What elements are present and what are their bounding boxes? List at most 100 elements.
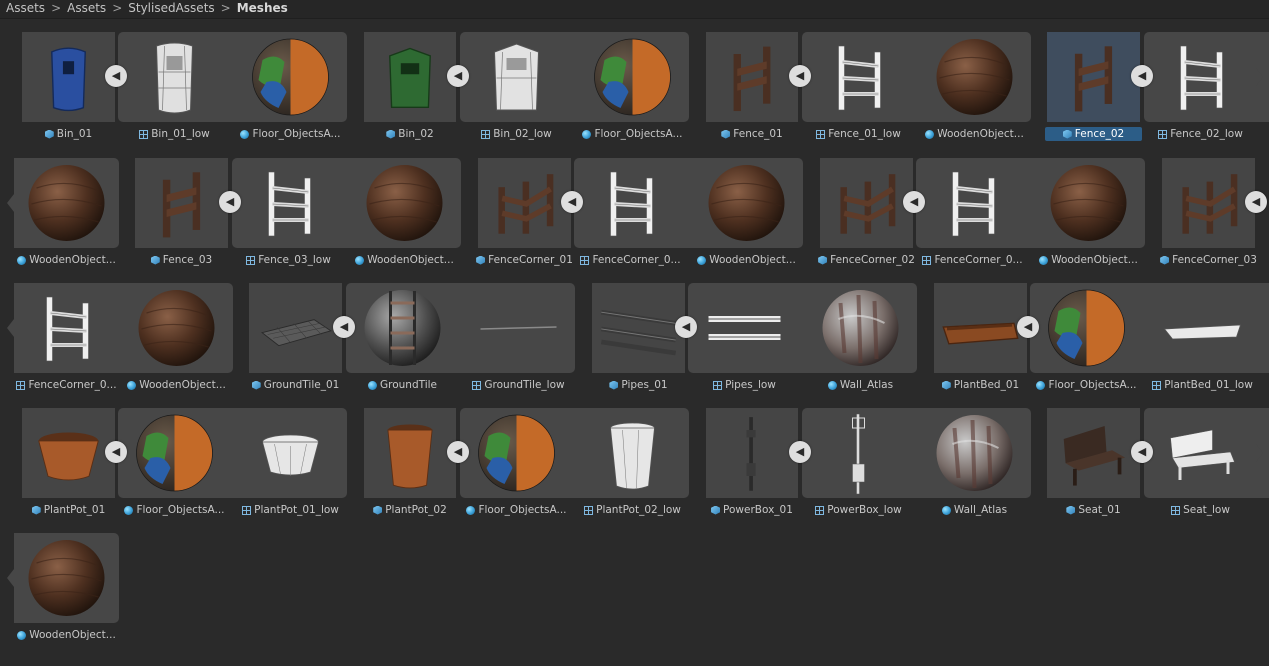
asset-label[interactable]: Floor_ObjectsA... (1028, 378, 1145, 392)
collapse-arrow-icon[interactable]: ◀ (789, 441, 811, 463)
collapse-arrow-icon[interactable]: ◀ (1131, 441, 1153, 463)
asset-label[interactable]: Wall_Atlas (802, 378, 919, 392)
collapse-arrow-icon[interactable]: ◀ (903, 191, 925, 213)
asset-label[interactable]: FenceCorner_0... (12, 378, 121, 392)
asset-tile-wall-atlas[interactable] (918, 408, 1031, 498)
collapse-arrow-icon[interactable]: ◀ (447, 441, 469, 463)
asset-label[interactable]: PlantPot_01 (20, 503, 117, 517)
asset-label[interactable]: FenceCorner_03 (1160, 253, 1257, 267)
collapse-arrow-icon[interactable]: ◀ (561, 191, 583, 213)
asset-tile-woodenobject[interactable] (14, 533, 119, 623)
asset-label[interactable]: Fence_03_low (230, 253, 347, 267)
asset-label[interactable]: Seat_low (1142, 503, 1259, 517)
asset-tile-pipes-01[interactable] (592, 283, 685, 373)
asset-tile-woodenobject[interactable] (348, 158, 461, 248)
asset-tile-fence-03-low[interactable] (232, 158, 345, 248)
asset-label[interactable]: PowerBox_low (800, 503, 917, 517)
asset-tile-bin-01[interactable] (22, 32, 115, 122)
asset-label[interactable]: WoodenObject... (916, 127, 1033, 141)
asset-tile-floor-objectsa[interactable] (576, 32, 689, 122)
asset-label[interactable]: FenceCorner_02 (818, 253, 915, 267)
asset-tile-bin-02[interactable] (364, 32, 456, 122)
asset-label[interactable]: WoodenObject... (12, 628, 121, 642)
asset-tile-fencecorner-0[interactable] (14, 283, 119, 373)
asset-tile-fence-01[interactable] (706, 32, 798, 122)
asset-tile-plantpot-01-low[interactable] (234, 408, 347, 498)
asset-tile-fencecorner-0[interactable] (574, 158, 687, 248)
asset-tile-woodenobject[interactable] (14, 158, 119, 248)
asset-label[interactable]: PlantPot_02_low (574, 503, 691, 517)
asset-label[interactable]: Floor_ObjectsA... (232, 127, 349, 141)
asset-tile-woodenobject[interactable] (120, 283, 233, 373)
asset-label[interactable]: Floor_ObjectsA... (574, 127, 691, 141)
asset-tile-fence-02-low[interactable] (1144, 32, 1257, 122)
asset-label[interactable]: Pipes_01 (590, 378, 687, 392)
asset-tile-fencecorner-02[interactable] (820, 158, 913, 248)
asset-label[interactable]: Bin_01 (20, 127, 117, 141)
asset-tile-fencecorner-03[interactable] (1162, 158, 1255, 248)
asset-tile-fencecorner-01[interactable] (478, 158, 571, 248)
asset-label[interactable]: PlantBed_01 (932, 378, 1029, 392)
collapse-arrow-icon[interactable]: ◀ (105, 441, 127, 463)
asset-label[interactable]: Fence_02_low (1142, 127, 1259, 141)
asset-tile-floor-objectsa[interactable] (234, 32, 347, 122)
collapse-arrow-icon[interactable]: ◀ (1017, 316, 1039, 338)
asset-tile-plantbed-01[interactable] (934, 283, 1027, 373)
asset-label[interactable]: WoodenObject... (118, 378, 235, 392)
asset-label[interactable]: PlantPot_02 (362, 503, 458, 517)
asset-tile-bin-01-low[interactable] (118, 32, 231, 122)
asset-label[interactable]: WoodenObject... (12, 253, 121, 267)
asset-tile-fence-01-low[interactable] (802, 32, 915, 122)
asset-tile-powerbox-01[interactable] (706, 408, 798, 498)
asset-tile-fence-03[interactable] (135, 158, 228, 248)
asset-label[interactable]: Floor_ObjectsA... (458, 503, 575, 517)
asset-label[interactable]: WoodenObject... (1030, 253, 1147, 267)
asset-label[interactable]: PlantBed_01_low (1144, 378, 1261, 392)
breadcrumb-item-assets-2[interactable]: Assets (67, 0, 106, 16)
asset-tile-seat-low[interactable] (1144, 408, 1257, 498)
asset-label[interactable]: PowerBox_01 (704, 503, 800, 517)
asset-tile-plantpot-02[interactable] (364, 408, 456, 498)
asset-label[interactable]: Pipes_low (686, 378, 803, 392)
asset-tile-fence-02[interactable] (1047, 32, 1140, 122)
asset-label[interactable]: GroundTile_low (460, 378, 577, 392)
asset-tile-groundtile-01[interactable] (249, 283, 342, 373)
asset-label[interactable]: Fence_02 (1045, 127, 1142, 141)
asset-tile-woodenobject[interactable] (690, 158, 803, 248)
asset-label[interactable]: WoodenObject... (346, 253, 463, 267)
asset-label[interactable]: Wall_Atlas (916, 503, 1033, 517)
asset-tile-pipes-low[interactable] (688, 283, 801, 373)
asset-label[interactable]: Fence_01 (704, 127, 800, 141)
asset-tile-wall-atlas[interactable] (804, 283, 917, 373)
asset-tile-groundtile[interactable] (346, 283, 459, 373)
asset-label[interactable]: GroundTile (344, 378, 461, 392)
collapse-arrow-icon[interactable]: ◀ (675, 316, 697, 338)
asset-tile-floor-objectsa[interactable] (118, 408, 231, 498)
asset-label[interactable]: FenceCorner_0... (572, 253, 689, 267)
asset-tile-plantpot-01[interactable] (22, 408, 115, 498)
asset-label[interactable]: FenceCorner_0... (914, 253, 1031, 267)
asset-tile-groundtile-low[interactable] (462, 283, 575, 373)
asset-tile-woodenobject[interactable] (918, 32, 1031, 122)
asset-label[interactable]: FenceCorner_01 (476, 253, 573, 267)
asset-label[interactable]: Bin_01_low (116, 127, 233, 141)
breadcrumb-item-assets[interactable]: Assets (6, 0, 45, 16)
asset-label[interactable]: Seat_01 (1045, 503, 1142, 517)
asset-tile-floor-objectsa[interactable] (460, 408, 573, 498)
asset-label[interactable]: Fence_03 (133, 253, 230, 267)
asset-label[interactable]: Bin_02 (362, 127, 458, 141)
collapse-arrow-icon[interactable]: ◀ (789, 65, 811, 87)
collapse-arrow-icon[interactable]: ◀ (333, 316, 355, 338)
asset-label[interactable]: Bin_02_low (458, 127, 575, 141)
asset-tile-bin-02-low[interactable] (460, 32, 573, 122)
asset-tile-fencecorner-0[interactable] (916, 158, 1029, 248)
collapse-arrow-icon[interactable]: ◀ (1245, 191, 1267, 213)
asset-label[interactable]: WoodenObject... (688, 253, 805, 267)
asset-tile-plantbed-01-low[interactable] (1146, 283, 1259, 373)
asset-tile-powerbox-low[interactable] (802, 408, 915, 498)
asset-label[interactable]: GroundTile_01 (247, 378, 344, 392)
asset-tile-seat-01[interactable] (1047, 408, 1140, 498)
breadcrumb-item-stylisedassets[interactable]: StylisedAssets (128, 0, 214, 16)
collapse-arrow-icon[interactable]: ◀ (219, 191, 241, 213)
asset-tile-floor-objectsa[interactable] (1030, 283, 1143, 373)
